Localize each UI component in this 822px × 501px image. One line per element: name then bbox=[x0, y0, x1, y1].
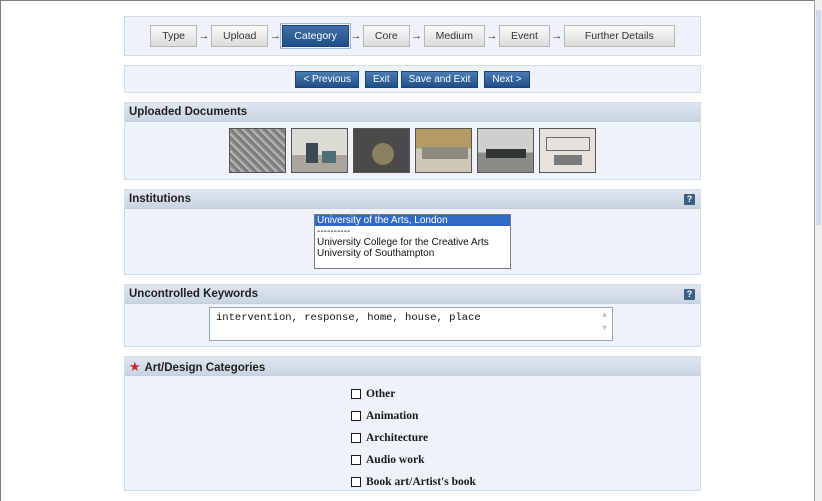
keywords-section: Uncontrolled Keywords ? intervention, re… bbox=[124, 284, 701, 347]
workflow-bar: Type → Upload → Category → Core → Medium → Event → F… bbox=[124, 16, 701, 56]
document-thumbnail[interactable] bbox=[291, 128, 348, 173]
keywords-value: intervention, response, home, house, pla… bbox=[216, 312, 481, 324]
required-star-icon: ★ bbox=[129, 359, 141, 374]
institution-option[interactable]: ---------- bbox=[315, 226, 510, 237]
arrow-right-icon: → bbox=[269, 30, 281, 42]
arrow-right-icon: → bbox=[198, 30, 210, 42]
exit-button[interactable]: Exit bbox=[364, 70, 398, 88]
categories-checkbox-list: Other Animation Architecture Audio work Book… bbox=[351, 383, 476, 490]
categories-body: Other Animation Architecture Audio work Book… bbox=[125, 376, 700, 490]
institutions-listbox[interactable]: University of the Arts, London ----------… bbox=[314, 214, 511, 269]
arrow-right-icon: → bbox=[551, 30, 563, 42]
thumbnail-figure bbox=[486, 149, 526, 158]
save-and-exit-button[interactable]: Save and Exit bbox=[400, 70, 479, 88]
help-icon[interactable]: ? bbox=[684, 289, 695, 300]
arrow-right-icon: → bbox=[350, 30, 362, 42]
keywords-textarea[interactable]: intervention, response, home, house, pla… bbox=[209, 307, 613, 341]
categories-title-text: Art/Design Categories bbox=[144, 362, 266, 374]
category-label: Animation bbox=[366, 410, 419, 422]
category-item: Architecture bbox=[351, 427, 476, 449]
thumbnail-figure bbox=[306, 143, 318, 163]
category-item: Other bbox=[351, 383, 476, 405]
institution-option[interactable]: University of Southampton bbox=[315, 248, 510, 259]
previous-button[interactable]: < Previous bbox=[295, 70, 359, 88]
institutions-title: Institutions ? bbox=[125, 190, 700, 209]
category-checkbox[interactable] bbox=[351, 389, 361, 399]
document-thumbnail[interactable] bbox=[539, 128, 596, 173]
thumbnail-strip bbox=[125, 122, 700, 179]
institutions-title-text: Institutions bbox=[129, 193, 191, 205]
category-label: Architecture bbox=[366, 432, 429, 444]
categories-title: ★ Art/Design Categories bbox=[125, 357, 700, 376]
thumbnail-figure bbox=[422, 147, 468, 159]
scroll-up-icon[interactable]: ▲ bbox=[598, 309, 611, 322]
category-item: Audio work bbox=[351, 449, 476, 471]
thumbnail-figure bbox=[546, 137, 590, 151]
textarea-scrollbar[interactable]: ▲ ▼ bbox=[598, 309, 611, 339]
workflow-step-core[interactable]: Core bbox=[362, 25, 410, 47]
workflow-steps: Type → Upload → Category → Core → Medium → Event → F… bbox=[150, 23, 675, 49]
thumbnail-figure bbox=[372, 143, 394, 165]
workflow-step-further-details[interactable]: Further Details bbox=[563, 25, 675, 47]
window-top-border bbox=[0, 0, 822, 1]
workflow-step-medium[interactable]: Medium bbox=[423, 25, 486, 47]
institutions-body: University of the Arts, London ----------… bbox=[125, 209, 700, 274]
category-checkbox[interactable] bbox=[351, 433, 361, 443]
categories-section: ★ Art/Design Categories Other Animation Ar… bbox=[124, 356, 701, 491]
deposit-form: Type → Upload → Category → Core → Medium → Event → F… bbox=[124, 16, 701, 491]
window-left-border bbox=[0, 0, 1, 501]
institutions-section: Institutions ? University of the Arts, L… bbox=[124, 189, 701, 275]
category-checkbox[interactable] bbox=[351, 477, 361, 487]
category-item: Book art/Artist's book bbox=[351, 471, 476, 490]
thumbnail-figure bbox=[322, 151, 336, 163]
uploaded-documents-title: Uploaded Documents bbox=[125, 103, 700, 122]
scroll-down-icon[interactable]: ▼ bbox=[598, 322, 611, 335]
workflow-step-event[interactable]: Event bbox=[499, 25, 550, 47]
category-item: Animation bbox=[351, 405, 476, 427]
keywords-body: intervention, response, home, house, pla… bbox=[125, 304, 700, 346]
keywords-title: Uncontrolled Keywords ? bbox=[125, 285, 700, 304]
nav-buttons: < Previous Exit Save and Exit Next > bbox=[124, 65, 701, 93]
category-checkbox[interactable] bbox=[351, 411, 361, 421]
next-button[interactable]: Next > bbox=[484, 70, 530, 88]
arrow-right-icon: → bbox=[486, 30, 498, 42]
workflow-step-upload[interactable]: Upload bbox=[211, 25, 269, 47]
uploaded-documents-section: Uploaded Documents bbox=[124, 102, 701, 180]
workflow-step-category[interactable]: Category bbox=[280, 23, 351, 49]
category-checkbox[interactable] bbox=[351, 455, 361, 465]
workflow-step-type[interactable]: Type bbox=[150, 25, 198, 47]
category-label: Other bbox=[366, 388, 396, 400]
help-icon[interactable]: ? bbox=[684, 194, 695, 205]
document-thumbnail[interactable] bbox=[353, 128, 410, 173]
document-thumbnail[interactable] bbox=[477, 128, 534, 173]
document-thumbnail[interactable] bbox=[229, 128, 286, 173]
thumbnail-figure bbox=[554, 155, 582, 165]
keywords-title-text: Uncontrolled Keywords bbox=[129, 288, 259, 300]
arrow-right-icon: → bbox=[411, 30, 423, 42]
page-scrollbar[interactable] bbox=[814, 0, 822, 501]
category-label: Book art/Artist's book bbox=[366, 476, 476, 488]
institution-option[interactable]: University of the Arts, London bbox=[315, 215, 510, 226]
institution-option[interactable]: University College for the Creative Arts bbox=[315, 237, 510, 248]
category-label: Audio work bbox=[366, 454, 425, 466]
page-scrollbar-thumb[interactable] bbox=[816, 10, 821, 225]
document-thumbnail[interactable] bbox=[415, 128, 472, 173]
